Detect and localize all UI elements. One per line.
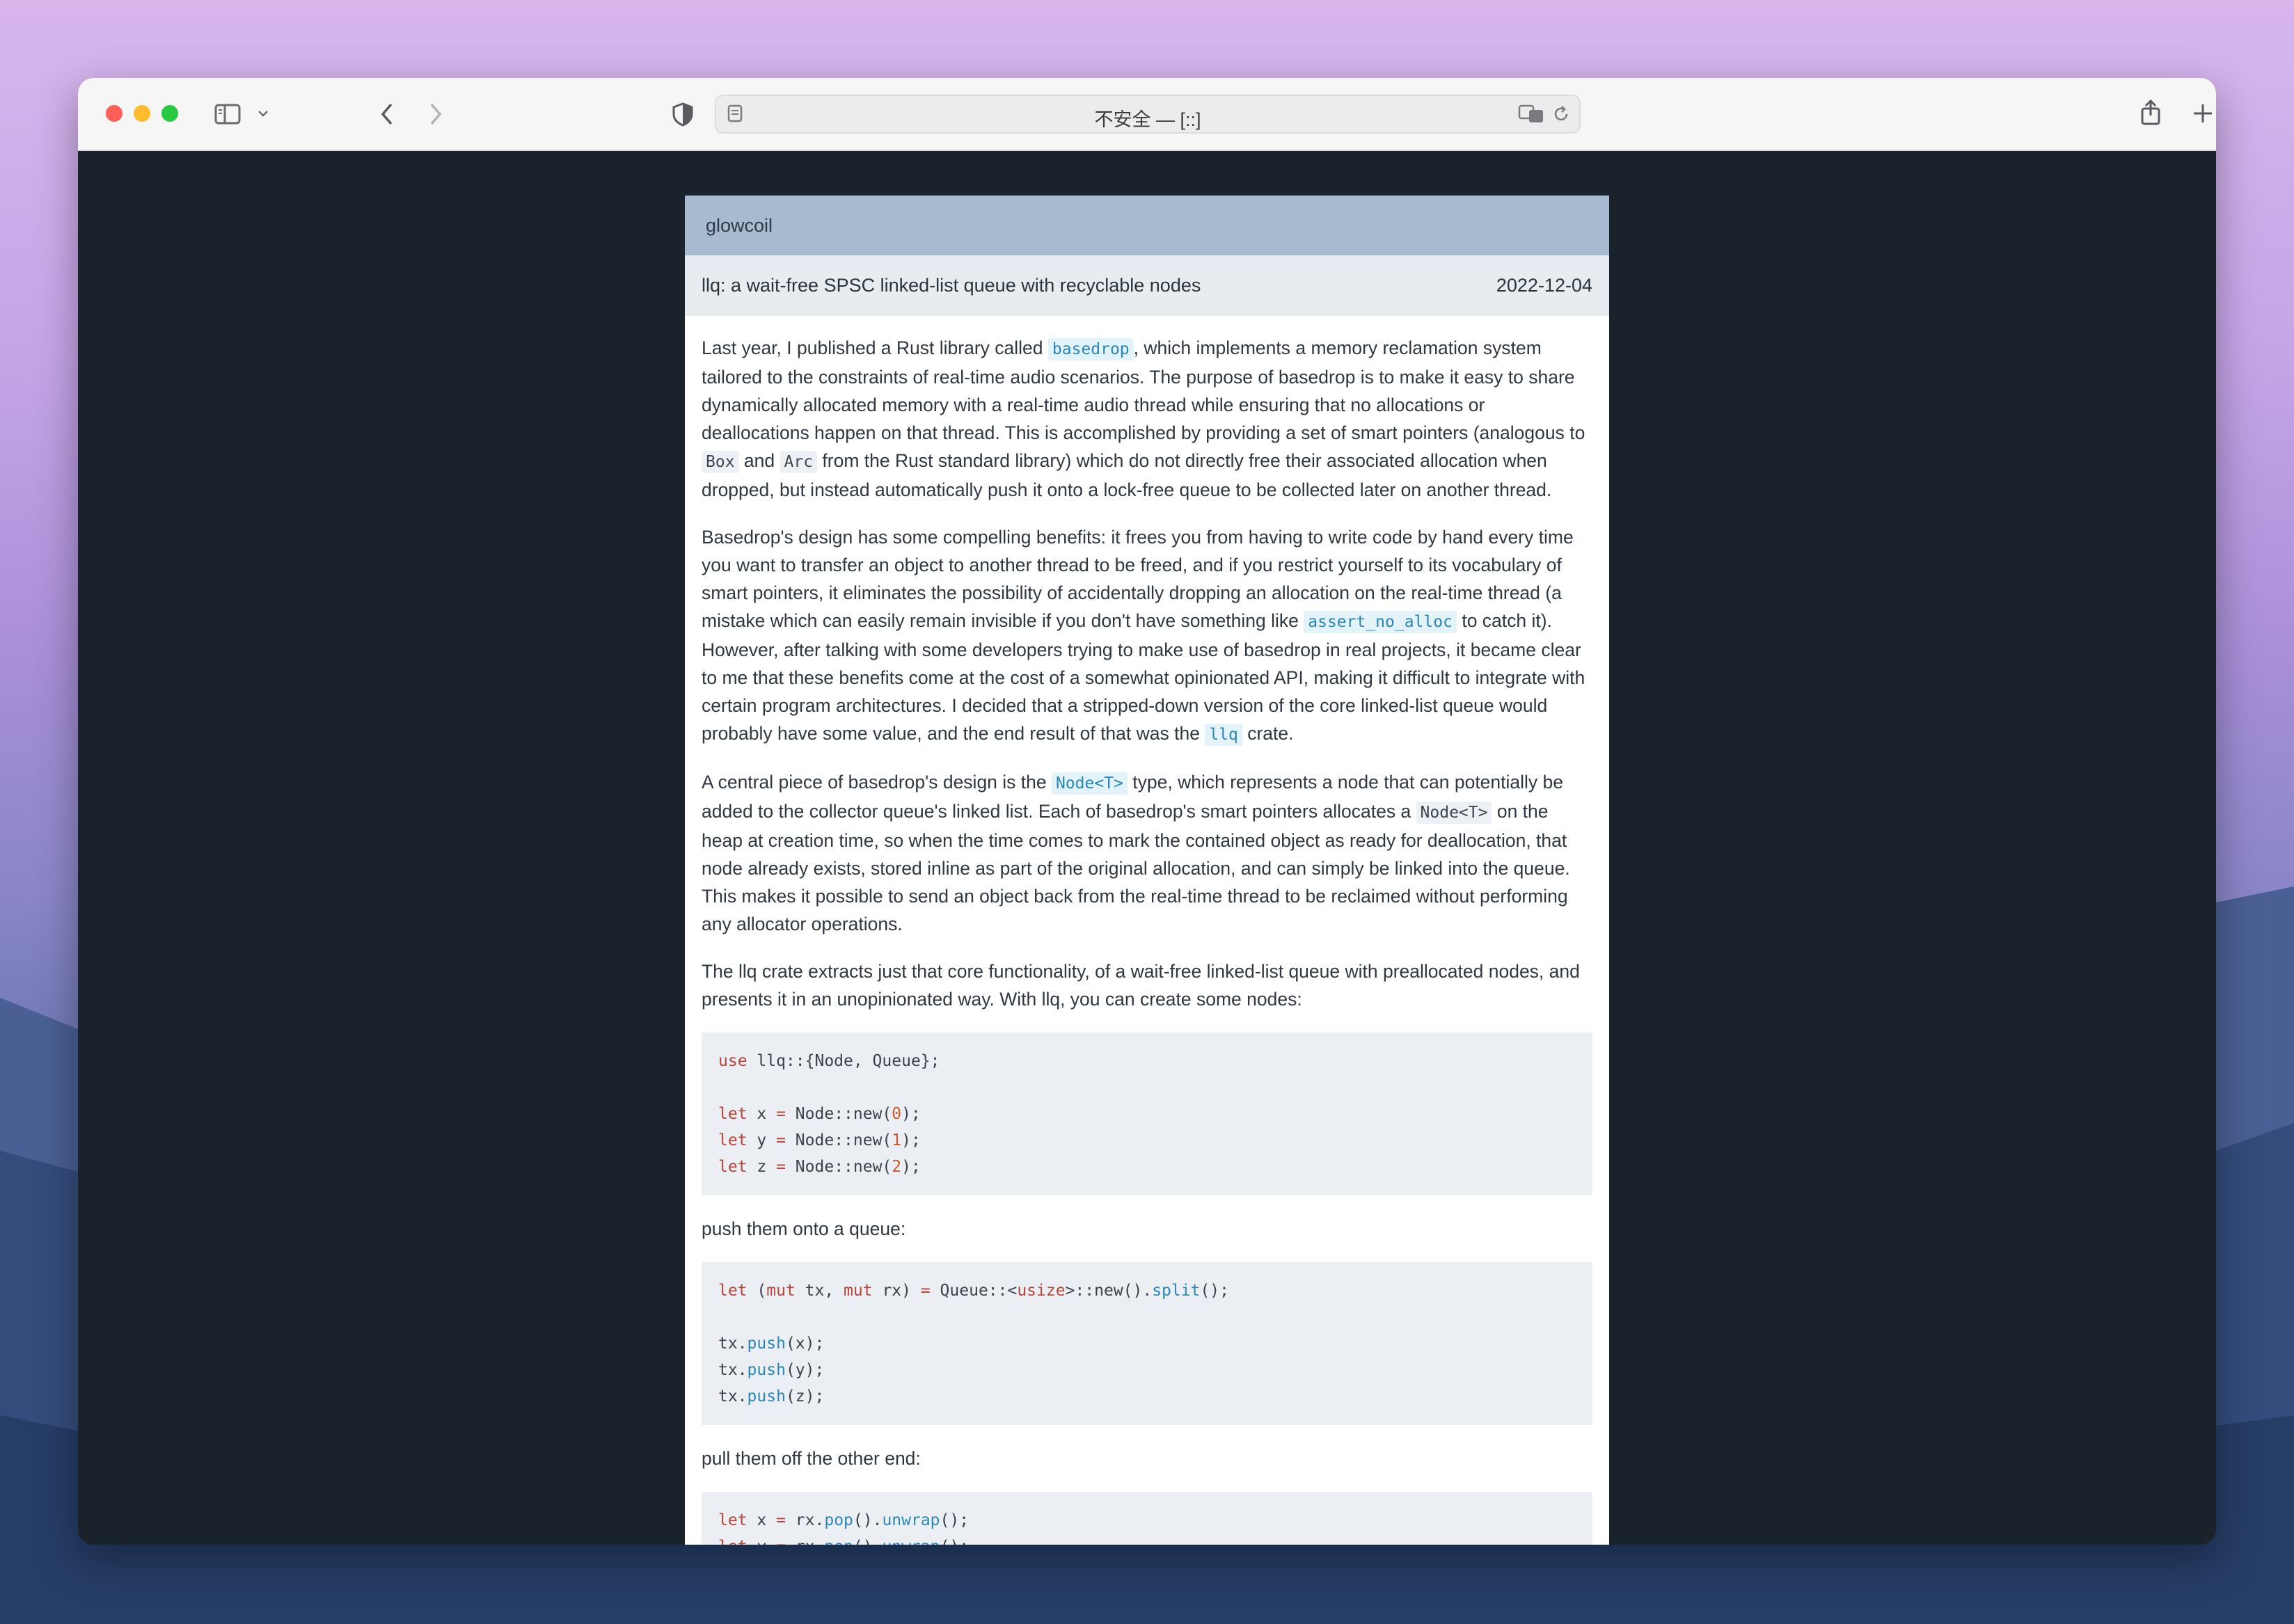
inline-code: Arc xyxy=(780,451,818,473)
paragraph: push them onto a queue: xyxy=(702,1218,906,1239)
basedrop-link[interactable]: basedrop xyxy=(1047,338,1134,360)
blog-page: glowcoil llq: a wait-free SPSC linked-li… xyxy=(685,196,1609,1545)
inline-code: Node<T> xyxy=(1416,802,1492,824)
site-header: glowcoil xyxy=(685,196,1609,255)
address-bar[interactable]: 不安全 — [::] xyxy=(715,95,1581,134)
privacy-shield-icon[interactable] xyxy=(671,102,695,127)
post-header: llq: a wait-free SPSC linked-list queue … xyxy=(685,255,1609,316)
url-text: 不安全 — [::] xyxy=(1094,109,1201,130)
paragraph: Last year, I published a Rust library ca… xyxy=(702,337,1585,500)
node-type-link[interactable]: Node<T> xyxy=(1051,772,1128,795)
paragraph: A central piece of basedrop's design is … xyxy=(702,772,1570,934)
code-block: use llq::{Node, Queue}; let x = Node::ne… xyxy=(702,1033,1592,1195)
forward-arrow-icon[interactable] xyxy=(427,102,444,127)
new-tab-icon[interactable] xyxy=(2192,103,2213,124)
zoom-window-button[interactable] xyxy=(161,105,178,122)
sidebar-toggle-icon[interactable] xyxy=(214,103,242,125)
web-content: glowcoil llq: a wait-free SPSC linked-li… xyxy=(78,151,2216,1545)
paragraph: Basedrop's design has some compelling be… xyxy=(702,523,1592,749)
site-name-link[interactable]: glowcoil xyxy=(706,215,773,236)
paragraph: The llq crate extracts just that core fu… xyxy=(702,961,1580,1010)
share-icon[interactable] xyxy=(2139,99,2162,127)
inline-code: Box xyxy=(702,451,739,473)
post-title: llq: a wait-free SPSC linked-list queue … xyxy=(702,275,1201,296)
browser-toolbar: 不安全 — [::] xyxy=(78,78,2216,151)
back-arrow-icon[interactable] xyxy=(379,102,395,127)
reload-icon[interactable] xyxy=(1551,104,1571,124)
chevron-down-icon[interactable] xyxy=(256,109,270,120)
browser-window: 不安全 — [::] glowcoil llq: a wait-free SPS… xyxy=(78,78,2216,1545)
llq-link[interactable]: llq xyxy=(1205,724,1242,746)
code-block: let x = rx.pop().unwrap(); let y = rx.po… xyxy=(702,1492,1592,1545)
minimize-window-button[interactable] xyxy=(134,105,150,122)
close-window-button[interactable] xyxy=(106,105,122,122)
code-block: let (mut tx, mut rx) = Queue::<usize>::n… xyxy=(702,1262,1592,1425)
paragraph: pull them off the other end: xyxy=(702,1448,921,1469)
translate-icon[interactable] xyxy=(1518,104,1546,124)
post-date: 2022-12-04 xyxy=(1496,275,1592,296)
assert-no-alloc-link[interactable]: assert_no_alloc xyxy=(1304,611,1457,633)
post-body: Last year, I published a Rust library ca… xyxy=(685,316,1609,1545)
